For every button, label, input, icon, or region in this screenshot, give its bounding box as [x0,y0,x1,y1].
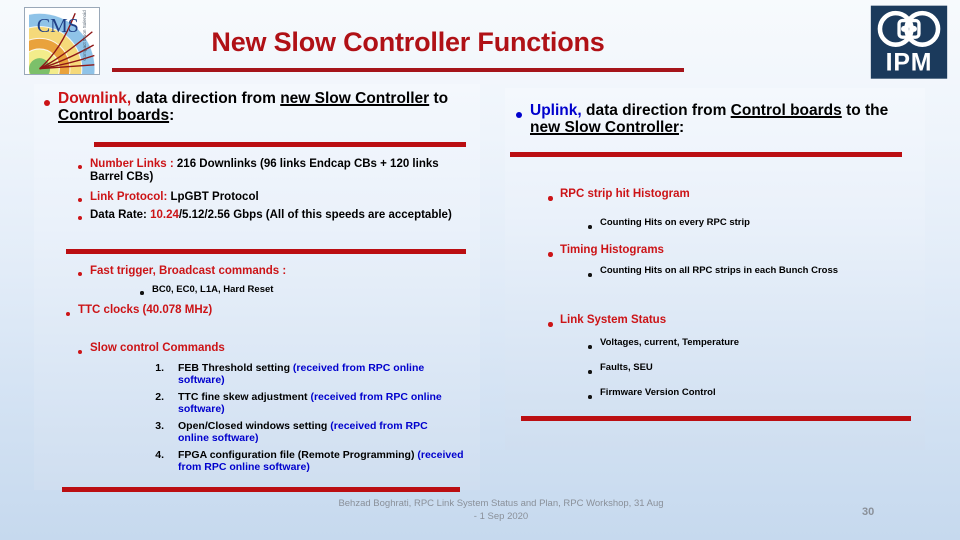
downlink-heading-rest: data direction from [131,90,281,107]
ttc-clocks-line: TTC clocks (40.078 MHz) [78,304,213,316]
slow-control-item-1: FEB Threshold setting (received from RPC… [178,362,468,387]
link-status-sub-bullet-1 [588,345,592,349]
data-rate-value: /5.12/2.56 Gbps (All of this speeds are … [178,209,452,221]
link-status-sub-bullet-2 [588,370,592,374]
svg-text:IPM: IPM [886,48,933,76]
slow-control-item-4-text: FPGA configuration file (Remote Programm… [178,449,418,461]
slow-control-item-4-number: 4. [155,449,164,461]
uplink-heading-mid: to the [841,102,889,119]
data-rate-label: Data Rate: [90,209,151,221]
uplink-heading: Uplink, data direction from Control boar… [530,102,910,137]
page-title: New Slow Controller Functions [211,27,605,57]
timing-histograms-bullet [548,252,553,257]
slide-canvas: CMS Compact Muon Solenoid IPM New Slow C… [0,0,960,540]
link-status-sub-2: Faults, SEU [600,362,653,373]
slow-control-heading: Slow control Commands [90,342,225,354]
slide-page-number: 30 [862,506,875,518]
broadcast-sub-bullet [140,291,144,295]
rpc-strip-hit-bullet [548,196,553,201]
uplink-rule-1 [510,152,902,157]
uplink-heading-u2: new Slow Controller [530,119,679,137]
downlink-heading-mid: to [429,90,449,107]
fast-trigger-bullet [78,272,82,276]
downlink-rule-3 [62,487,460,492]
data-rate-bullet [78,216,82,220]
ipm-logo-art: IPM [870,5,948,79]
ttc-clocks-bullet [66,312,70,316]
downlink-heading-bullet [44,100,50,106]
timing-histograms-sub-bullet [588,273,592,277]
link-system-status-bullet [548,322,553,327]
downlink-heading-lead: Downlink, [58,90,132,107]
link-status-sub-3: Firmware Version Control [600,387,716,398]
cms-logo: CMS Compact Muon Solenoid [24,7,100,75]
downlink-heading-u1: new Slow Controller [280,90,430,107]
slow-control-item-1-text: FEB Threshold setting [178,362,293,374]
fast-trigger-line: Fast trigger, Broadcast commands : [90,265,287,277]
downlink-heading: Downlink, data direction from new Slow C… [58,90,466,125]
number-links-bullet [78,165,82,169]
link-system-status-title: Link System Status [560,314,667,326]
slow-control-bullet [78,350,82,354]
slow-control-item-2-text: TTC fine skew adjustment [178,391,311,403]
data-rate-highlight: 10.24 [150,209,179,221]
downlink-rule-2 [66,249,466,254]
slow-control-item-4: FPGA configuration file (Remote Programm… [178,449,474,474]
downlink-heading-u2: Control boards [58,107,170,125]
slow-control-item-2: TTC fine skew adjustment (received from … [178,391,468,416]
number-links-label: Number Links : [90,158,177,170]
ipm-logo: IPM [867,4,951,82]
data-rate-line: Data Rate: 10.24/5.12/2.56 Gbps (All of … [90,209,472,222]
uplink-heading-u1: Control boards [730,102,842,119]
timing-histograms-title: Timing Histograms [560,244,664,256]
rpc-strip-hit-sub-bullet [588,225,592,229]
uplink-heading-rest: data direction from [581,102,731,119]
footer-citation: Behzad Boghrati, RPC Link System Status … [338,498,664,522]
slow-control-item-3: Open/Closed windows setting (received fr… [178,420,458,445]
cms-logo-art: CMS Compact Muon Solenoid [29,8,95,74]
link-protocol-bullet [78,198,82,202]
slow-control-item-3-text: Open/Closed windows setting [178,420,331,432]
uplink-rule-2 [521,416,911,421]
slow-control-item-1-number: 1. [155,362,164,374]
uplink-heading-lead: Uplink, [530,102,582,119]
link-protocol-value: LpGBT Protocol [170,191,259,203]
svg-text:Compact Muon Solenoid: Compact Muon Solenoid [82,10,87,61]
broadcast-sub-line: BC0, EC0, L1A, Hard Reset [152,284,274,295]
downlink-heading-tail: : [169,107,175,125]
rpc-strip-hit-title: RPC strip hit Histogram [560,188,690,200]
number-links-line: Number Links : 216 Downlinks (96 links E… [90,158,472,184]
uplink-heading-tail: : [678,119,685,137]
slow-control-item-2-number: 2. [155,391,164,403]
link-protocol-line: Link Protocol: LpGBT Protocol [90,191,472,204]
slow-control-item-3-number: 3. [155,420,164,432]
title-underline-rule [112,68,684,72]
link-status-sub-bullet-3 [588,395,592,399]
uplink-heading-bullet [516,112,522,118]
timing-histograms-sub-1: Counting Hits on all RPC strips in each … [600,265,839,276]
link-status-sub-1: Voltages, current, Temperature [600,337,740,348]
downlink-rule-1 [94,142,466,147]
link-protocol-label: Link Protocol: [90,191,171,203]
rpc-strip-hit-sub-1: Counting Hits on every RPC strip [600,217,750,228]
svg-text:CMS: CMS [37,15,79,37]
